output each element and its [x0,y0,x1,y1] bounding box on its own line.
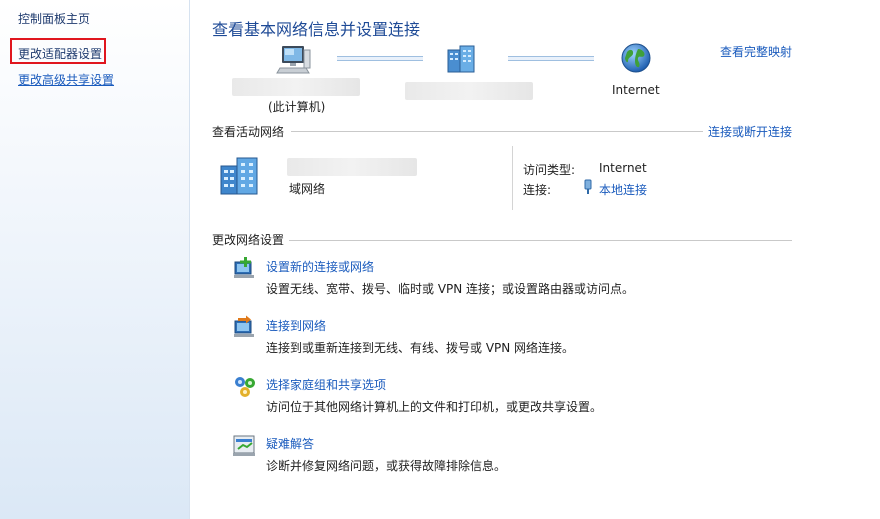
globe-icon[interactable] [620,42,652,74]
local-connection-link[interactable]: 本地连接 [599,181,647,198]
connect-network-icon [234,315,254,337]
vertical-divider [512,146,513,210]
troubleshoot-icon [233,435,255,456]
connection-line [508,56,594,61]
task-connect-network-desc: 连接到或重新连接到无线、有线、拨号或 VPN 网络连接。 [266,341,575,355]
sidebar-item-advanced-sharing-settings[interactable]: 更改高级共享设置 [18,71,114,88]
ethernet-icon [584,179,592,194]
homegroup-icon [235,377,255,397]
task-troubleshoot-desc: 诊断并修复网络问题，或获得故障排除信息。 [266,459,507,473]
access-type-label: 访问类型: [523,163,576,177]
task-troubleshoot-link[interactable]: 疑难解答 [266,435,314,452]
network-type: 域网络 [289,182,326,196]
connect-disconnect-link[interactable]: 连接或断开连接 [708,123,792,140]
task-connect-network-link[interactable]: 连接到网络 [266,317,326,334]
task-homegroup-desc: 访问位于其他网络计算机上的文件和打印机，或更改共享设置。 [266,400,603,414]
change-settings-header: 更改网络设置 [212,233,285,247]
new-connection-icon [234,257,254,278]
sidebar-item-control-panel-home[interactable]: 控制面板主页 [18,10,90,27]
connection-line [337,56,423,61]
network-name-redacted [405,82,533,100]
sidebar-item-change-adapter-settings[interactable]: 更改适配器设置 [18,45,102,62]
view-full-map-link[interactable]: 查看完整映射 [720,43,792,60]
active-network-name-redacted [287,158,417,176]
computer-name-redacted [232,78,360,96]
internet-label: Internet [612,83,660,97]
sidebar: 控制面板主页 更改适配器设置 更改高级共享设置 [0,0,190,519]
main-panel: 查看基本网络信息并设置连接 查看完整映射 (此计算机) Internet 查看活… [190,0,880,519]
access-type-value: Internet [599,161,647,175]
domain-network-icon [220,157,258,195]
network-icon[interactable] [445,44,479,74]
task-new-connection-desc: 设置无线、宽带、拨号、临时或 VPN 连接；或设置路由器或访问点。 [266,282,635,296]
task-homegroup-link[interactable]: 选择家庭组和共享选项 [266,376,386,393]
active-networks-header: 查看活动网络 [212,125,285,139]
section-divider [289,240,792,241]
task-new-connection-link[interactable]: 设置新的连接或网络 [266,258,374,275]
computer-caption: (此计算机) [268,100,326,114]
section-divider [291,131,703,132]
page-title: 查看基本网络信息并设置连接 [212,20,421,39]
computer-icon[interactable] [276,44,312,76]
connection-label: 连接: [523,183,552,197]
